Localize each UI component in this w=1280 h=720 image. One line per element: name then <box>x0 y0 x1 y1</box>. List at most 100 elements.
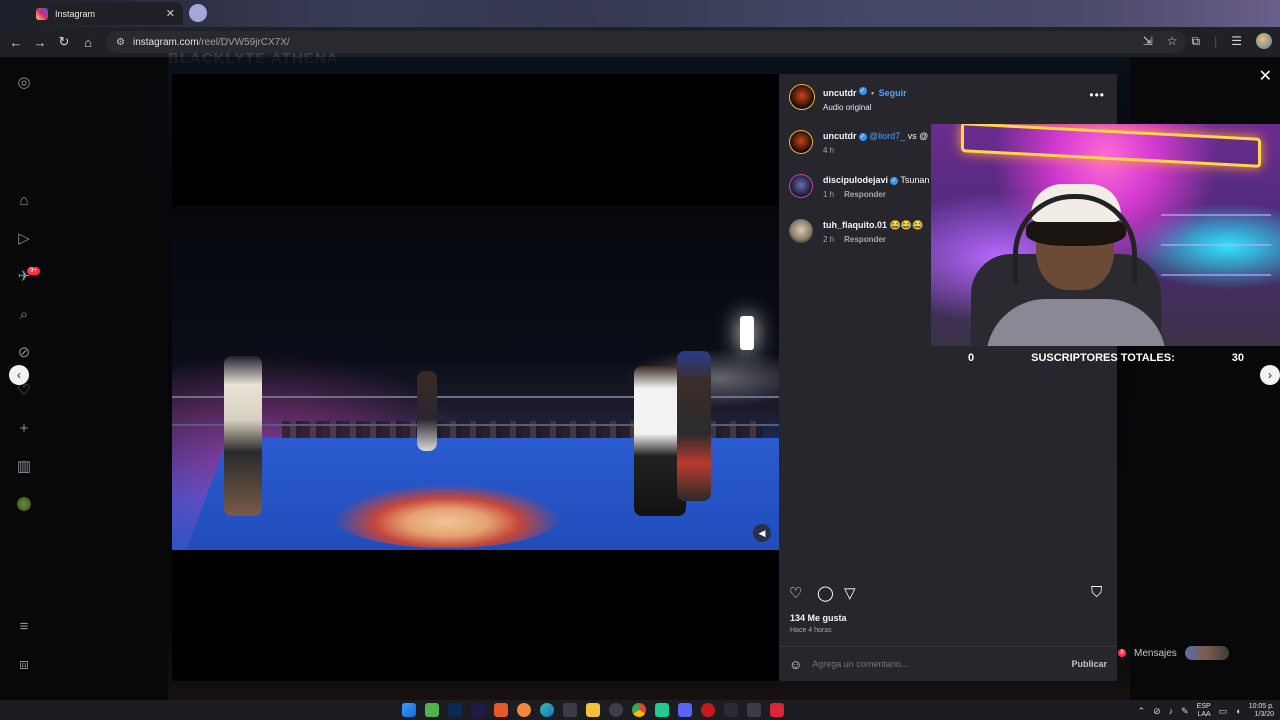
reply-button[interactable]: Responder <box>844 235 886 244</box>
app-icon[interactable] <box>701 703 715 717</box>
boxer-left <box>224 356 262 516</box>
messages-count-badge: 8 <box>1118 649 1126 657</box>
add-comment-bar: ☺ Publicar <box>779 646 1117 681</box>
site-info-icon[interactable]: ⚙ <box>116 37 125 48</box>
verified-icon: ✓ <box>858 132 867 141</box>
premiere-icon[interactable] <box>471 703 485 717</box>
commenter-avatar[interactable] <box>789 130 813 154</box>
edge-icon[interactable] <box>540 703 554 717</box>
subscriber-total-count: 30 <box>1231 351 1244 364</box>
url-text[interactable]: instagram.com/reel/DVW59jrCX7X/ <box>133 37 290 48</box>
more-options-icon[interactable]: ••• <box>1089 88 1105 102</box>
chevron-up-icon[interactable]: ⌃ <box>1138 706 1146 717</box>
divider: | <box>1214 34 1218 48</box>
next-post-button[interactable]: › <box>1260 365 1280 385</box>
network-icon[interactable]: ⊘ <box>1153 706 1161 717</box>
audio-label[interactable]: Audio original <box>823 103 907 112</box>
bookmark-icon[interactable]: ⛉ <box>1091 584 1102 601</box>
menu-icon[interactable]: ≡ <box>14 617 34 637</box>
reels-icon[interactable]: ▷ <box>14 229 34 249</box>
threads-icon[interactable]: ⧈ <box>14 655 34 675</box>
browser-tab[interactable]: Instagram ✕ <box>28 2 183 25</box>
comment-mention[interactable]: @liord7_ <box>869 131 905 141</box>
send-icon[interactable]: ▽ <box>844 584 856 602</box>
commenter-username[interactable]: tuh_flaquito.01 <box>823 220 887 230</box>
photoshop-icon[interactable] <box>448 703 462 717</box>
volume-icon[interactable]: ◖ <box>1235 706 1240 716</box>
neon-sign <box>961 124 1261 168</box>
microphone-icon[interactable]: ♪ <box>1169 706 1174 716</box>
commenter-avatar[interactable] <box>789 174 813 198</box>
reading-list-icon[interactable]: ☰ <box>1231 34 1242 48</box>
comment-icon[interactable]: ◯ <box>817 584 834 602</box>
tab-close-icon[interactable]: ✕ <box>166 7 175 20</box>
publish-button[interactable]: Publicar <box>1071 659 1107 669</box>
create-icon[interactable]: + <box>14 419 34 439</box>
emoji-icon[interactable]: ☺ <box>789 657 802 672</box>
instagram-logo-icon[interactable]: ◎ <box>14 73 34 93</box>
author-username[interactable]: uncutdr <box>823 88 857 98</box>
likes-count[interactable]: 134 Me gusta <box>790 613 847 623</box>
follow-button[interactable]: Seguir <box>879 88 907 98</box>
monitor-icon[interactable]: ▭ <box>1219 706 1228 717</box>
pen-icon[interactable]: ✎ <box>1181 706 1189 717</box>
dashboard-icon[interactable]: ▥ <box>14 457 34 477</box>
author-avatar[interactable] <box>789 84 815 110</box>
install-app-icon[interactable]: ⇲ <box>1143 34 1153 48</box>
post-header: uncutdr ✓ • Seguir Audio original ••• <box>779 74 1117 120</box>
app-icon[interactable] <box>770 703 784 717</box>
capcut-icon[interactable] <box>747 703 761 717</box>
profile-avatar[interactable] <box>17 497 31 511</box>
comment-input[interactable] <box>812 659 1062 669</box>
obs-icon[interactable] <box>609 703 623 717</box>
search-icon[interactable]: ⌕ <box>14 305 34 325</box>
home-icon[interactable]: ⌂ <box>14 191 34 211</box>
clock[interactable]: 10:05 p. 1/3/20 <box>1249 703 1274 719</box>
video-frame <box>172 206 779 550</box>
toolbar-actions: ⇲ ☆ ⧉ | ☰ <box>1143 33 1272 49</box>
verified-icon: ✓ <box>890 176 899 185</box>
chrome-icon[interactable] <box>632 703 646 717</box>
capcut-icon[interactable] <box>563 703 577 717</box>
messages-widget[interactable]: 8 Mensajes <box>1118 646 1229 660</box>
reply-button[interactable]: Responder <box>844 190 886 199</box>
language-indicator[interactable]: ESP LAA <box>1197 703 1211 719</box>
reload-icon[interactable]: ↻ <box>52 34 76 50</box>
system-tray: ⌃ ⊘ ♪ ✎ ESP LAA ▭ ◖ 10:05 p. 1/3/20 <box>1138 703 1274 719</box>
discord-icon[interactable] <box>678 703 692 717</box>
bookmark-star-icon[interactable]: ☆ <box>1167 34 1178 48</box>
close-icon[interactable]: ✕ <box>1259 66 1272 86</box>
ring-logo <box>332 484 562 548</box>
app-icon[interactable] <box>724 703 738 717</box>
author-info: uncutdr ✓ • Seguir Audio original <box>823 83 907 112</box>
subscriber-label: SUSCRIPTORES TOTALES: <box>1031 351 1175 364</box>
app-icon[interactable] <box>655 703 669 717</box>
mute-icon[interactable]: ◀ <box>753 524 771 542</box>
boxer-right <box>677 351 711 501</box>
commenter-username[interactable]: discipulodejavi <box>823 175 888 185</box>
background-shelf <box>1161 214 1271 304</box>
new-tab-button[interactable] <box>189 4 207 22</box>
app-icon[interactable] <box>517 703 531 717</box>
heart-icon[interactable]: ♡ <box>789 584 802 602</box>
ring-official <box>417 371 437 451</box>
comment-text: Tsunan <box>900 175 930 185</box>
home-icon[interactable]: ⌂ <box>76 35 100 50</box>
app-icon[interactable] <box>494 703 508 717</box>
forward-icon[interactable]: → <box>28 35 52 50</box>
profile-avatar[interactable] <box>1256 33 1272 49</box>
app-icon[interactable] <box>425 703 439 717</box>
commenter-username[interactable]: uncutdr <box>823 131 857 141</box>
reel-video[interactable]: ◀ <box>172 74 779 681</box>
windows-start-icon[interactable] <box>402 703 416 717</box>
browser-tab-strip: Instagram ✕ <box>0 0 1280 27</box>
extensions-icon[interactable]: ⧉ <box>1192 34 1201 49</box>
comment-time: 1 h <box>823 190 835 199</box>
comment-text: 😂😂😂 <box>889 220 924 230</box>
file-explorer-icon[interactable] <box>586 703 600 717</box>
explore-icon[interactable]: ⊘ <box>14 343 34 363</box>
previous-post-button[interactable]: ‹ <box>9 365 29 385</box>
comment-text: vs @ <box>905 131 929 141</box>
back-icon[interactable]: ← <box>4 35 28 50</box>
commenter-avatar[interactable] <box>789 219 813 243</box>
